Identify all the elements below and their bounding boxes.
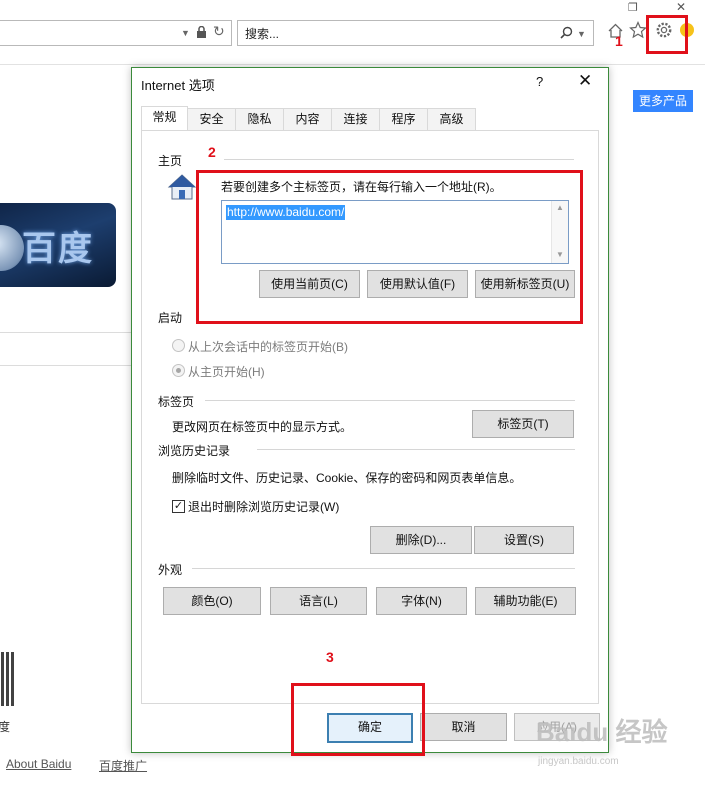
history-settings-button[interactable]: 设置(S) [474,526,574,554]
radio-home-page[interactable] [172,364,185,377]
search-input[interactable]: 搜索... [245,25,279,42]
accessibility-button[interactable]: 辅助功能(E) [475,587,576,615]
tab-content[interactable]: 内容 [283,108,332,130]
history-description: 删除临时文件、历史记录、Cookie、保存的密码和网页表单信息。 [172,471,522,485]
baidu-jingyan-watermark: Baidu 经验 jingyan.baidu.com [536,712,696,776]
qr-code [0,652,16,706]
section-history-title: 浏览历史记录 [158,444,231,458]
tab-privacy[interactable]: 隐私 [235,108,284,130]
lock-icon [197,26,206,38]
languages-button[interactable]: 语言(L) [270,587,367,615]
chevron-down-icon[interactable]: ▼ [181,25,190,41]
close-window-button[interactable]: ✕ [676,0,686,14]
cancel-button[interactable]: 取消 [420,713,507,741]
divider [0,365,131,366]
annotation-box-2 [196,170,583,324]
tabs-settings-button[interactable]: 标签页(T) [472,410,574,438]
restore-window-button[interactable]: ❐ [628,1,638,14]
dialog-title: Internet 选项 [141,78,215,93]
footer-link-about[interactable]: About Baidu [6,757,71,771]
logo-text: 百度 [22,229,94,269]
radio-home-page-label: 从主页开始(H) [188,365,265,379]
tab-advanced[interactable]: 高级 [427,108,476,130]
baidu-logo[interactable]: 百度 [0,203,116,287]
qr-caption: 度 [0,720,11,734]
divider [0,332,131,333]
home-page-icon [167,174,197,200]
tab-security[interactable]: 安全 [187,108,236,130]
radio-last-session[interactable] [172,339,185,352]
delete-on-exit-label: 退出时删除浏览历史记录(W) [188,500,340,514]
refresh-icon[interactable]: ↻ [213,23,225,39]
annotation-number-1: 1 [615,33,623,49]
tabs-description: 更改网页在标签页中的显示方式。 [172,420,353,434]
section-appearance-title: 外观 [158,563,183,577]
footer-link-promo[interactable]: 百度推广 [99,757,147,774]
address-bar[interactable]: ▼ ↻ [0,20,232,46]
watermark-brand: Baidu 经验 [536,717,668,747]
search-icon[interactable] [560,26,573,39]
section-rule [224,159,574,160]
moon-graphic [0,225,24,271]
section-rule [205,400,575,401]
tab-programs[interactable]: 程序 [379,108,428,130]
delete-on-exit-checkbox[interactable]: ✓ [172,500,185,513]
search-box[interactable]: 搜索... ▼ [237,20,594,46]
section-tabs-title: 标签页 [158,395,195,409]
delete-history-button[interactable]: 删除(D)... [370,526,472,554]
colors-button[interactable]: 颜色(O) [163,587,261,615]
section-rule [192,568,575,569]
annotation-number-3: 3 [326,649,334,665]
more-products-button[interactable]: 更多产品 [633,90,693,112]
section-home-title: 主页 [158,154,183,168]
annotation-box-3 [291,683,425,756]
browser-toolbar: ❐ ✕ ▼ ↻ 搜索... ▼ [0,0,705,65]
tab-general[interactable]: 常规 [141,106,188,130]
annotation-number-2: 2 [208,144,216,160]
watermark-url: jingyan.baidu.com [538,756,619,767]
dialog-close-button[interactable]: ✕ [578,71,592,91]
section-startup-title: 启动 [158,311,183,325]
search-dropdown-icon[interactable]: ▼ [577,26,586,42]
tab-connections[interactable]: 连接 [331,108,380,130]
section-rule [257,449,575,450]
annotation-box-1 [646,15,688,54]
help-button[interactable]: ? [536,74,543,89]
star-icon[interactable] [629,21,647,39]
fonts-button[interactable]: 字体(N) [376,587,467,615]
radio-last-session-label: 从上次会话中的标签页开始(B) [188,340,348,354]
